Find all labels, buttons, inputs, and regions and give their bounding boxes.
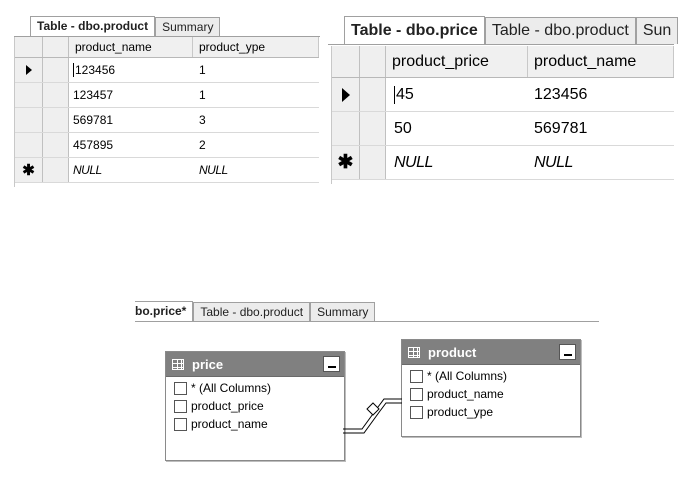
product-table-title: product xyxy=(428,344,477,360)
table-row[interactable]: 45 123456 xyxy=(332,78,674,112)
column-item-all[interactable]: * (All Columns) xyxy=(410,367,580,385)
cell-product-ype[interactable]: 1 xyxy=(195,58,206,82)
grid-header-row: product_name product_ype xyxy=(15,37,319,58)
minimize-button[interactable] xyxy=(323,356,340,372)
current-row-arrow-icon xyxy=(341,87,350,102)
product-data-grid[interactable]: product_name product_ype 123456 1 123457… xyxy=(14,37,319,187)
price-grid-tabbar: Table - dbo.price Table - dbo.product Su… xyxy=(328,8,679,45)
column-header-product-name[interactable]: product_name xyxy=(528,46,674,77)
minimize-icon xyxy=(563,354,572,356)
cell-product-name[interactable]: 123456 xyxy=(69,58,115,82)
column-item-product-ype[interactable]: product_ype xyxy=(410,403,580,421)
row-selector[interactable] xyxy=(332,112,360,145)
row-selector[interactable] xyxy=(15,108,43,132)
join-relationship-line[interactable] xyxy=(340,385,406,437)
tab-table-product[interactable]: Table - dbo.product xyxy=(30,16,156,36)
product-grid-panel: Table - dbo.product Summary product_name… xyxy=(14,14,320,190)
tab-summary[interactable]: Summary xyxy=(310,302,376,321)
price-column-list: * (All Columns) product_price product_na… xyxy=(166,377,344,433)
column-checkbox[interactable] xyxy=(410,369,423,383)
price-data-grid[interactable]: product_price product_name 45 123456 50 … xyxy=(331,46,674,184)
table-icon xyxy=(408,346,420,358)
product-grid-tabbar: Table - dbo.product Summary xyxy=(14,14,320,37)
column-header-product-ype[interactable]: product_ype xyxy=(193,37,319,57)
row-selector-header xyxy=(332,46,360,77)
table-icon xyxy=(172,358,184,370)
row-selector[interactable] xyxy=(15,58,43,82)
minimize-icon xyxy=(327,366,336,368)
column-checkbox[interactable] xyxy=(174,417,187,431)
cell-product-name[interactable]: NULL xyxy=(69,158,102,182)
current-row-arrow-icon xyxy=(25,65,32,75)
column-item-product-price[interactable]: product_price xyxy=(174,397,344,415)
cell-product-price[interactable]: 45 xyxy=(390,78,414,111)
row-selector[interactable] xyxy=(15,133,43,157)
column-corner xyxy=(360,46,386,77)
table-row[interactable]: 50 569781 xyxy=(332,112,674,146)
price-grid-panel: Table - dbo.price Table - dbo.product Su… xyxy=(328,8,679,184)
new-row[interactable]: ✱ NULL NULL xyxy=(332,146,674,180)
column-checkbox[interactable] xyxy=(174,381,187,395)
table-row[interactable]: 569781 3 xyxy=(15,108,319,133)
cell-product-name[interactable]: 569781 xyxy=(530,112,587,145)
product-column-list: * (All Columns) product_name product_ype xyxy=(402,365,580,421)
price-table-titlebar[interactable]: price xyxy=(166,352,344,377)
cell-product-name[interactable]: 569781 xyxy=(69,108,113,132)
column-checkbox[interactable] xyxy=(174,399,187,413)
column-item-product-name[interactable]: product_name xyxy=(410,385,580,403)
cell-product-price[interactable]: NULL xyxy=(390,146,433,179)
cell-product-ype[interactable]: 2 xyxy=(195,133,206,157)
tab-table-product[interactable]: Table - dbo.product xyxy=(193,302,311,321)
tab-table-price[interactable]: Table - dbo.price xyxy=(344,16,485,44)
cell-product-ype[interactable]: 1 xyxy=(195,83,206,107)
table-row[interactable]: 123457 1 xyxy=(15,83,319,108)
grid-header-row: product_price product_name xyxy=(332,46,674,78)
minimize-button[interactable] xyxy=(559,344,576,360)
price-table-title: price xyxy=(192,356,224,372)
join-diamond-icon xyxy=(366,402,380,416)
price-table-window[interactable]: price * (All Columns) product_price prod… xyxy=(165,351,345,461)
cell-product-name[interactable]: 457895 xyxy=(69,133,113,157)
row-selector-header xyxy=(15,37,43,57)
tab-summary[interactable]: Summary xyxy=(155,17,221,36)
cell-product-ype[interactable]: 3 xyxy=(195,108,206,132)
column-checkbox[interactable] xyxy=(410,405,423,419)
column-item-product-name[interactable]: product_name xyxy=(174,415,344,433)
new-row-asterisk-icon: ✱ xyxy=(15,158,43,182)
column-header-product-name[interactable]: product_name xyxy=(69,37,193,57)
product-table-window[interactable]: product * (All Columns) product_name pro… xyxy=(401,339,581,437)
table-row[interactable]: 123456 1 xyxy=(15,58,319,83)
cell-product-name[interactable]: 123456 xyxy=(530,78,587,111)
tab-table-price-modified[interactable]: bo.price* xyxy=(135,301,194,321)
row-selector[interactable] xyxy=(332,78,360,111)
column-item-all[interactable]: * (All Columns) xyxy=(174,379,344,397)
column-checkbox[interactable] xyxy=(410,387,423,401)
cell-product-price[interactable]: 50 xyxy=(390,112,412,145)
table-row[interactable]: 457895 2 xyxy=(15,133,319,158)
column-corner xyxy=(43,37,69,57)
designer-tabbar: bo.price* Table - dbo.product Summary xyxy=(135,300,599,322)
new-row-asterisk-icon: ✱ xyxy=(332,146,360,179)
new-row[interactable]: ✱ NULL NULL xyxy=(15,158,319,183)
cell-product-ype[interactable]: NULL xyxy=(195,158,228,182)
row-selector[interactable] xyxy=(15,83,43,107)
product-table-titlebar[interactable]: product xyxy=(402,340,580,365)
cell-product-name[interactable]: NULL xyxy=(530,146,573,179)
column-header-product-price[interactable]: product_price xyxy=(386,46,528,77)
tab-table-product[interactable]: Table - dbo.product xyxy=(484,17,636,44)
cell-product-name[interactable]: 123457 xyxy=(69,83,113,107)
tab-summary-truncated[interactable]: Sun xyxy=(635,17,679,44)
